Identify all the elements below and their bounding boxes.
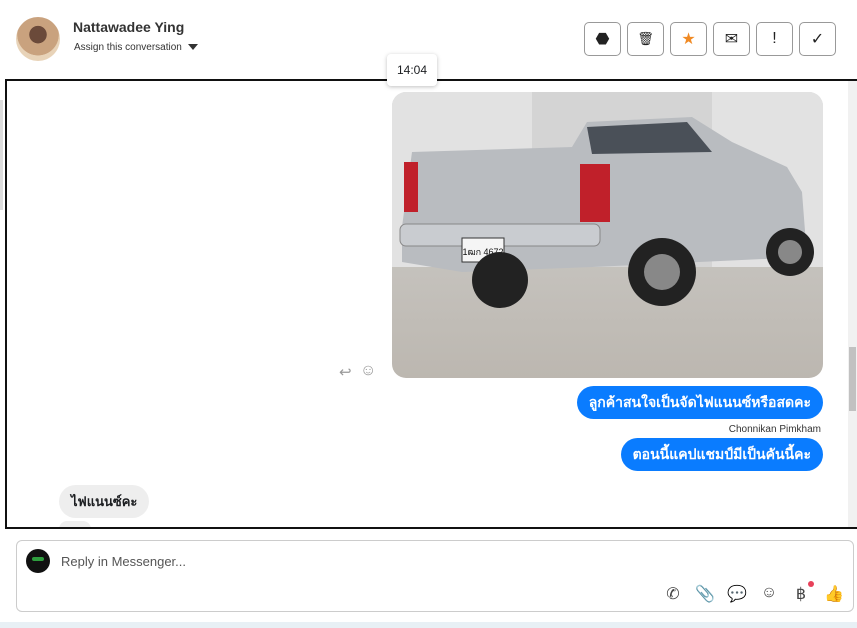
outgoing-message[interactable]: ตอนนี้แคปแชมป์มีเป็นคันนี้คะ bbox=[620, 438, 823, 471]
incoming-message-partial bbox=[59, 521, 91, 527]
truck-image: 1ฒก 4672 bbox=[392, 92, 823, 308]
check-icon: ✓ bbox=[810, 31, 825, 48]
outgoing-message[interactable]: ลูกค้าสนใจเป็นจัดไฟแนนซ์หรือสดคะ bbox=[576, 386, 823, 419]
attachment-icon[interactable]: 📎 bbox=[694, 584, 716, 604]
caret-down-icon bbox=[187, 44, 198, 51]
emoji-icon[interactable]: ☺ bbox=[758, 584, 780, 602]
contact-name: Nattawadee Ying bbox=[73, 19, 185, 35]
reply-icon[interactable]: ↩ bbox=[339, 363, 352, 381]
important-button[interactable]: ! bbox=[756, 22, 793, 56]
react-emoji-icon[interactable]: ☺ bbox=[360, 362, 376, 380]
bottom-strip bbox=[0, 622, 857, 628]
scrollbar[interactable] bbox=[848, 81, 857, 527]
page-avatar bbox=[26, 549, 50, 573]
reply-composer[interactable]: Reply in Messenger... ✆ 📎 💬 ☺ ฿ 👍 bbox=[16, 540, 854, 612]
truck-photo[interactable]: 1ฒก 4672 bbox=[392, 92, 823, 378]
exclamation-icon: ! bbox=[772, 30, 777, 47]
scrollbar-thumb[interactable] bbox=[849, 347, 856, 411]
envelope-icon: ✉ bbox=[724, 31, 739, 48]
reply-input[interactable]: Reply in Messenger... bbox=[61, 554, 186, 569]
notification-dot bbox=[808, 581, 814, 587]
contact-avatar[interactable] bbox=[16, 17, 60, 61]
star-icon: ★ bbox=[681, 31, 696, 48]
timestamp-tooltip: 14:04 bbox=[387, 54, 437, 86]
call-add-icon[interactable]: ✆ bbox=[662, 584, 684, 604]
divider bbox=[0, 100, 3, 210]
star-button[interactable]: ★ bbox=[670, 22, 707, 56]
trash-icon: 🗑 bbox=[637, 31, 654, 46]
sender-name: Chonnikan Pimkham bbox=[728, 424, 821, 435]
assign-label: Assign this conversation bbox=[74, 42, 182, 53]
mark-unread-button[interactable]: ✉ bbox=[713, 22, 750, 56]
incoming-message[interactable]: ไฟแนนซ์คะ bbox=[59, 485, 150, 518]
spam-icon: ⬣ bbox=[595, 31, 610, 48]
delete-button[interactable]: 🗑 bbox=[627, 22, 664, 56]
payment-baht-icon[interactable]: ฿ bbox=[790, 584, 812, 604]
message-thread[interactable]: 1ฒก 4672 ↩ ☺ ลูกค้าสนใจเป็นจัดไฟแนนซ์หรื… bbox=[5, 79, 857, 529]
like-icon[interactable]: 👍 bbox=[823, 584, 845, 604]
assign-conversation-dropdown[interactable]: Assign this conversation bbox=[74, 42, 198, 53]
spam-button[interactable]: ⬣ bbox=[584, 22, 621, 56]
saved-reply-icon[interactable]: 💬 bbox=[726, 584, 748, 604]
done-button[interactable]: ✓ bbox=[799, 22, 836, 56]
